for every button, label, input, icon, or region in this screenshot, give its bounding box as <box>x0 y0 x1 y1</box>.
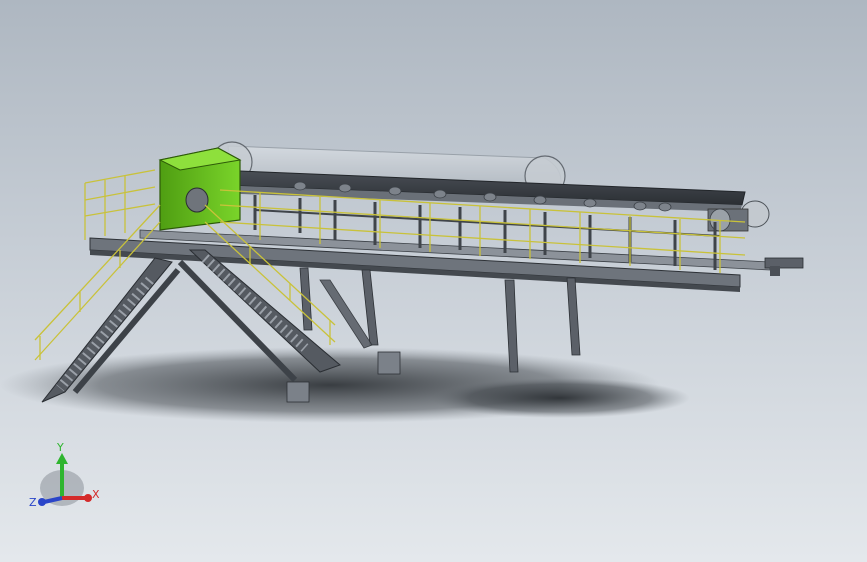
z-axis-label: Z <box>29 496 37 509</box>
reference-triad[interactable]: Y X Z <box>28 440 108 515</box>
graphics-viewport[interactable]: Y X Z <box>0 0 867 562</box>
feed-hopper[interactable] <box>158 147 242 231</box>
y-axis-label: Y <box>56 441 64 454</box>
x-axis-label: X <box>92 488 100 501</box>
conveyor-model-scene[interactable] <box>0 0 867 562</box>
